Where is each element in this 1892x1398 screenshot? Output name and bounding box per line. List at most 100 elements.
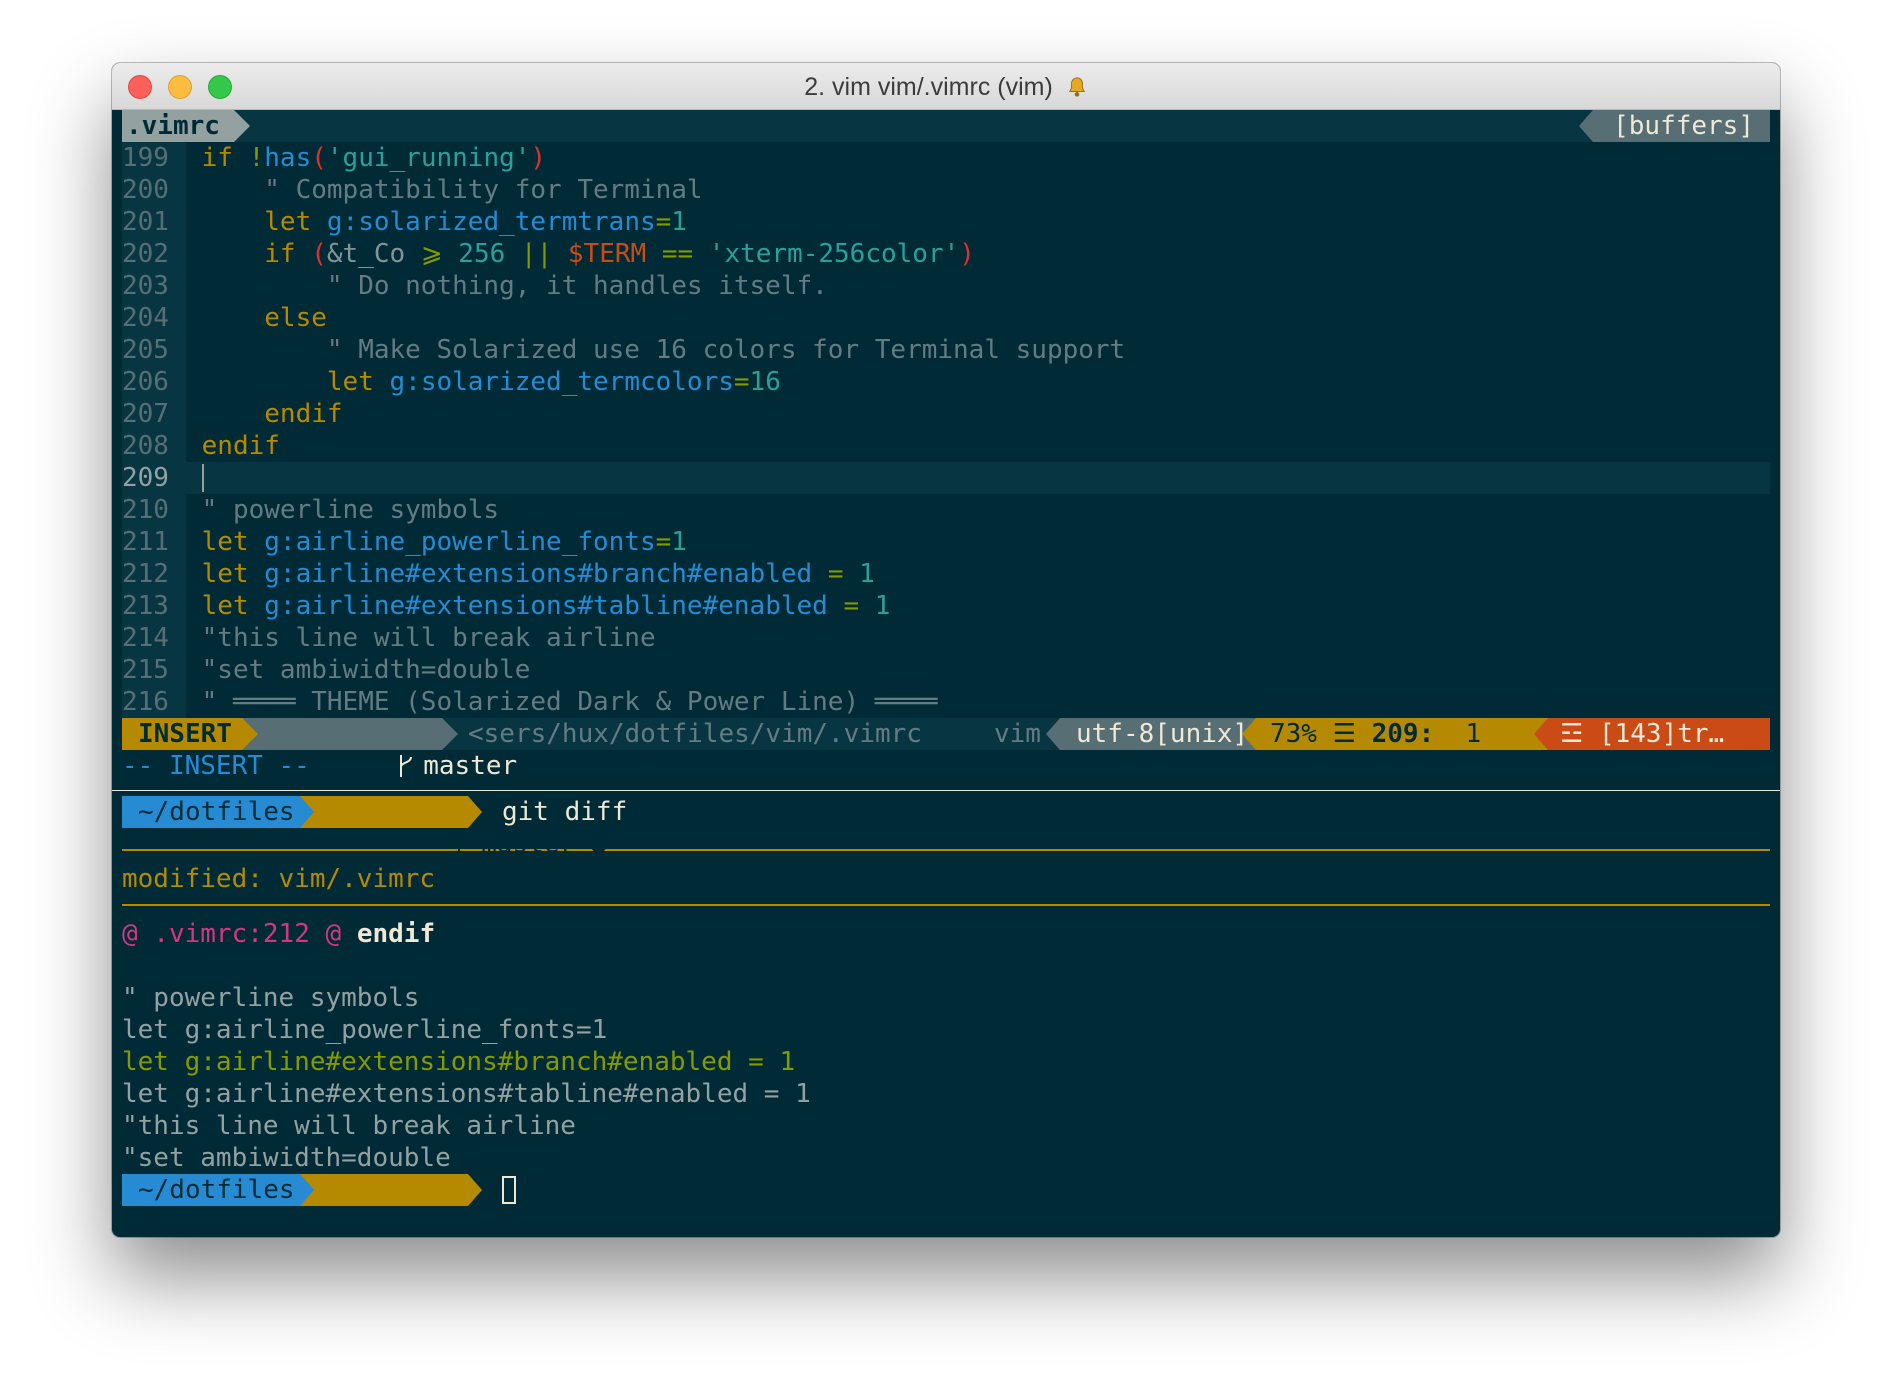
warning-text: [143]tr… xyxy=(1598,719,1725,749)
line-number: 207 xyxy=(122,398,186,430)
insert-mode-message: -- INSERT -- xyxy=(122,751,310,781)
line-number: 205 xyxy=(122,334,186,366)
keyword: let xyxy=(326,367,374,397)
vim-cmdline: -- INSERT -- xyxy=(122,750,1770,782)
number: 1 xyxy=(671,527,687,557)
comment: "this line will break airline xyxy=(201,623,656,653)
line-number: 203 xyxy=(122,270,186,302)
code-line: 199 if !has('gui_running') xyxy=(122,142,1770,174)
operator: = xyxy=(655,207,672,237)
line-number: 199 xyxy=(122,142,186,174)
code-line: 200 " Compatibility for Terminal xyxy=(122,174,1770,206)
title-bar: 2. vim vim/.vimrc (vim) xyxy=(112,63,1780,110)
code-line: 206 let g:solarized_termcolors=16 xyxy=(122,366,1770,398)
hunk-marker: @ xyxy=(325,919,342,949)
variable: g:airline_powerline_fonts xyxy=(264,527,656,557)
filetype: vim xyxy=(994,719,1041,749)
git-branch-icon xyxy=(458,1211,471,1233)
warning-segment: ☲ [143]tr… xyxy=(1548,718,1770,750)
code-line: 203 " Do nothing, it handles itself. xyxy=(122,270,1770,302)
text-cursor xyxy=(201,464,204,492)
hunk-file: .vimrc:212 xyxy=(153,919,310,949)
terminal-content[interactable]: .vimrc [buffers] 199 if !has('gui_runnin… xyxy=(112,110,1780,1237)
dirty-indicator: ● xyxy=(590,1207,607,1237)
keyword: let xyxy=(201,591,249,621)
diff-context-line: let g:airline_powerline_fonts=1 xyxy=(122,1015,608,1045)
keyword: let xyxy=(264,207,312,237)
scroll-percent: 73% xyxy=(1270,719,1317,749)
current-line[interactable]: 209 xyxy=(122,462,1770,494)
code-line: 208 endif xyxy=(122,430,1770,462)
vim-tabline: .vimrc [buffers] xyxy=(122,110,1770,142)
line-number: 209 xyxy=(122,462,186,494)
keyword: let xyxy=(201,527,249,557)
separator-arrow xyxy=(300,1174,314,1206)
diff-line: let g:airline#extensions#tabline#enabled… xyxy=(122,1078,1770,1110)
file-path: <sers/hux/dotfiles/vim/.vimrc xyxy=(468,719,922,749)
number: 1 xyxy=(859,559,875,589)
keyword: if xyxy=(264,239,296,269)
mode-indicator: INSERT xyxy=(122,718,242,750)
code-line: 210 " powerline symbols xyxy=(122,494,1770,526)
buffers-label[interactable]: [buffers] xyxy=(1579,110,1770,142)
comment: " Do nothing, it handles itself. xyxy=(326,271,828,301)
comment: " Make Solarized use 16 colors for Termi… xyxy=(326,335,1126,365)
diff-context-line: let g:airline#extensions#tabline#enabled… xyxy=(122,1079,811,1109)
bell-icon xyxy=(1068,77,1085,97)
paren: ( xyxy=(311,143,327,173)
number: 1 xyxy=(874,591,891,621)
position-segment: 73% ☰ 209: 1 xyxy=(1256,718,1548,750)
code-line: 213 let g:airline#extensions#tabline#ena… xyxy=(122,590,1770,622)
operator: ! xyxy=(248,143,265,173)
encoding: utf-8[unix] xyxy=(1060,718,1256,750)
prompt-git-segment: master ● xyxy=(300,1174,606,1237)
diff-line: "this line will break airline xyxy=(122,1110,1770,1142)
code-line: 212 let g:airline#extensions#branch#enab… xyxy=(122,558,1770,590)
buffer-tab-vimrc[interactable]: .vimrc xyxy=(122,110,250,142)
diff-line: "set ambiwidth=double xyxy=(122,1142,1770,1174)
separator-arrow xyxy=(468,796,482,828)
prompt-directory: ~/dotfiles xyxy=(122,796,313,828)
branch-segment: master xyxy=(242,718,517,781)
number: 16 xyxy=(749,367,781,397)
airline-statusline: INSERT master <sers/hux/dotfiles/vim/.vi… xyxy=(122,718,1770,781)
line-number: 210 xyxy=(122,494,186,526)
hunk-header: @ .vimrc:212 @ endif xyxy=(122,918,1770,950)
hunk-context: endif xyxy=(356,919,436,949)
window-title-text: 2. vim vim/.vimrc (vim) xyxy=(804,73,1053,101)
code-line: 202 if (&t_Co ⩾ 256 || $TERM == 'xterm-2… xyxy=(122,238,1770,270)
separator-arrow xyxy=(242,718,258,750)
function-name: has xyxy=(264,143,312,173)
line-number: 216 xyxy=(122,686,186,718)
diff-line: let g:airline_powerline_fonts=1 xyxy=(122,1014,1770,1046)
shell-prompt[interactable]: ~/dotfiles master ● xyxy=(122,1174,1770,1237)
terminal-window: 2. vim vim/.vimrc (vim) .vimrc [buffers]… xyxy=(112,63,1780,1237)
line-number: 202 xyxy=(122,238,186,270)
prompt-branch-name: master xyxy=(481,829,576,859)
number: 1 xyxy=(671,207,687,237)
shell-prompt: ~/dotfiles master ● git diff xyxy=(122,796,1770,859)
operator: == xyxy=(661,239,694,269)
modified-file: modified: vim/.vimrc xyxy=(122,863,1770,895)
diff-line: " powerline symbols xyxy=(122,982,1770,1014)
paren: ( xyxy=(311,239,327,269)
line-number: 208 xyxy=(122,430,186,462)
diff-context-line: "set ambiwidth=double xyxy=(122,1143,451,1173)
code-line: 201 let g:solarized_termtrans=1 xyxy=(122,206,1770,238)
keyword: endif xyxy=(201,431,280,461)
line-number: 201 xyxy=(122,206,186,238)
operator: || xyxy=(520,239,553,269)
line-number: 212 xyxy=(122,558,186,590)
string: 'xterm-256color' xyxy=(708,239,960,269)
code-line: 211 let g:airline_powerline_fonts=1 xyxy=(122,526,1770,558)
diff-context-line: " powerline symbols xyxy=(122,983,420,1013)
keyword: if xyxy=(201,143,233,173)
string: 'gui_running' xyxy=(326,143,531,173)
code-line: 207 endif xyxy=(122,398,1770,430)
line-number: 213 xyxy=(122,590,186,622)
diff-context-line: "this line will break airline xyxy=(122,1111,576,1141)
code-line: 214 "this line will break airline xyxy=(122,622,1770,654)
code-line: 205 " Make Solarized use 16 colors for T… xyxy=(122,334,1770,366)
keyword: else xyxy=(264,303,327,333)
